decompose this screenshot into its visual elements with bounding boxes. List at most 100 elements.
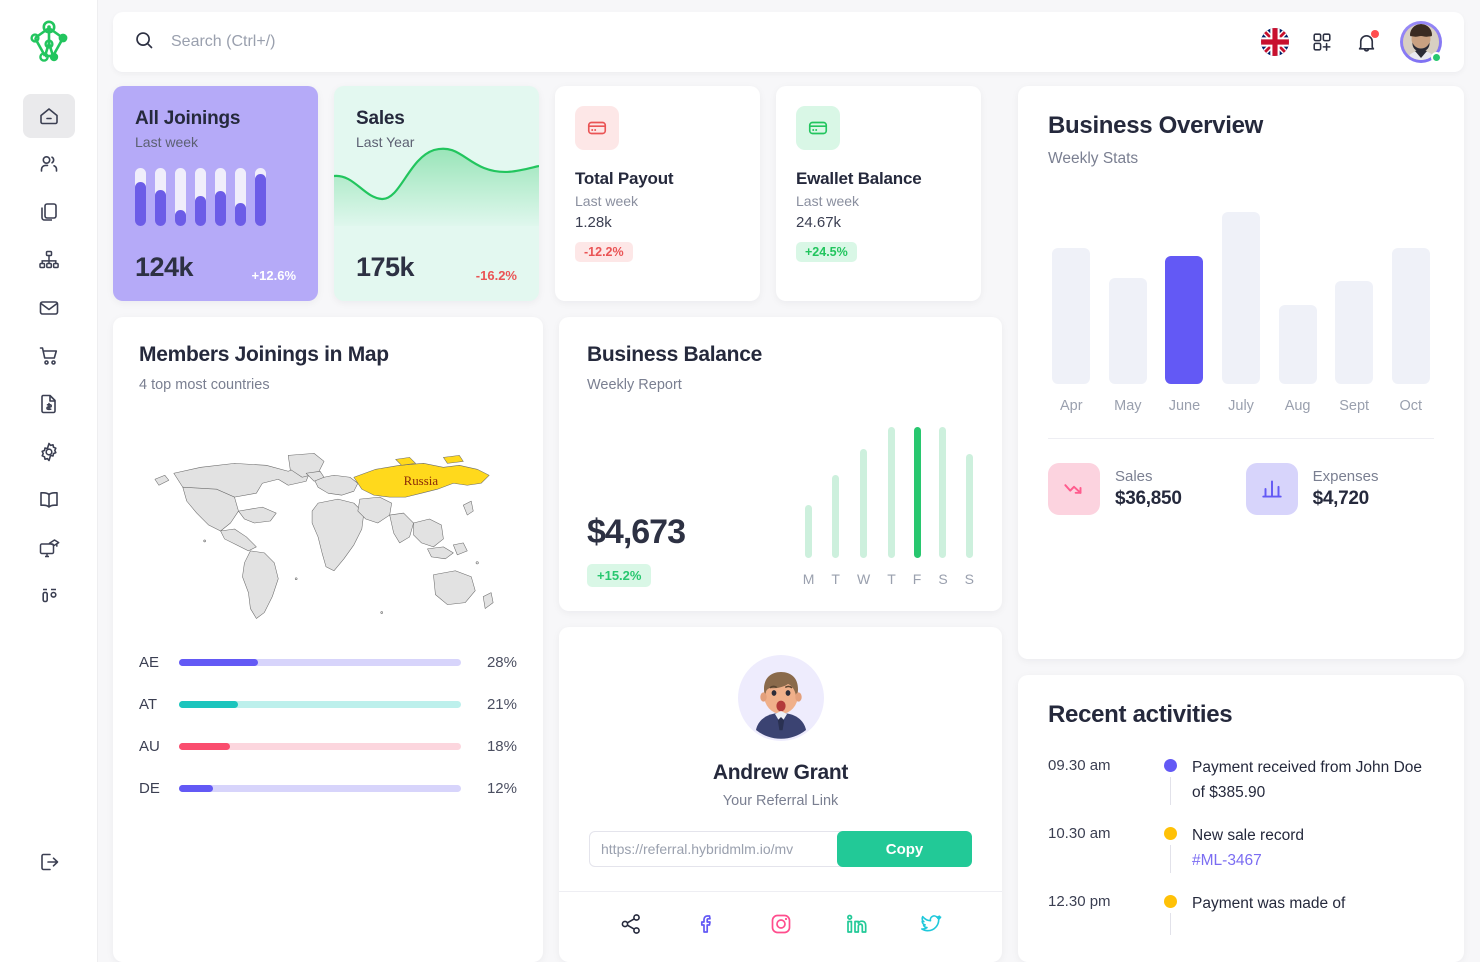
all-joinings-value: 124k (135, 252, 194, 282)
country-bar-track[interactable] (179, 743, 461, 750)
content-grid: All Joinings Last week 124k +12.6% Sales… (113, 86, 1464, 962)
country-row: DE 12% (139, 780, 517, 797)
dashboard-app: All Joinings Last week 124k (0, 0, 1480, 962)
country-percent: 21% (486, 696, 517, 713)
country-percent: 12% (486, 780, 517, 797)
month-col[interactable]: Apr (1048, 194, 1095, 414)
uk-flag-icon[interactable] (1261, 28, 1289, 56)
sidebar-item-logout[interactable] (23, 840, 75, 884)
activity-marker (1148, 891, 1192, 936)
business-overview-divider (1048, 438, 1434, 439)
all-joinings-mini-chart (135, 168, 296, 226)
card-sales[interactable]: Sales Last Year 175k -16.2% (334, 86, 539, 301)
weekday-col[interactable]: T (831, 427, 840, 587)
sales-title: Sales (356, 108, 405, 129)
weekday-col[interactable]: M (803, 427, 814, 587)
country-code: AE (139, 654, 160, 671)
russia-label: Russia (404, 473, 439, 488)
search-area (133, 29, 1261, 56)
avatar[interactable] (1400, 21, 1442, 63)
network-logo[interactable] (21, 16, 77, 72)
sidebar-item-payouts[interactable] (23, 382, 75, 426)
country-bar-fill (179, 701, 239, 708)
card-total-payout[interactable]: Total Payout Last week 1.28k -12.2% (555, 86, 760, 301)
world-map[interactable]: Russia (139, 419, 517, 634)
activity-text-block: New sale record #ML-3467 (1192, 823, 1304, 873)
activity-item[interactable]: 12.30 pm Payment was made of (1048, 891, 1434, 953)
bell-icon[interactable] (1355, 29, 1379, 54)
sidebar-item-tools[interactable] (23, 574, 75, 618)
topbar-actions (1261, 21, 1442, 63)
weekday-col[interactable]: S (938, 427, 948, 587)
weekday-label: S (938, 571, 948, 587)
country-bar-track[interactable] (179, 785, 461, 792)
weekday-col[interactable]: W (857, 427, 870, 587)
sales-trend-chart (334, 147, 539, 226)
weekday-col[interactable]: T (887, 427, 896, 587)
linkedin-icon[interactable] (844, 912, 868, 936)
business-overview-subtitle: Weekly Stats (1048, 150, 1139, 167)
sidebar (0, 0, 97, 962)
legend-sales-text: Sales $36,850 (1115, 468, 1182, 510)
card-all-joinings[interactable]: All Joinings Last week 124k +12.6% (113, 86, 318, 301)
sidebar-item-elearning[interactable] (23, 526, 75, 570)
weekday-col[interactable]: S (965, 427, 974, 587)
month-col[interactable]: July (1218, 194, 1265, 414)
activity-item[interactable]: 10.30 am New sale record #ML-3467 (1048, 823, 1434, 891)
sidebar-item-mail[interactable] (23, 286, 75, 330)
sidebar-item-reports[interactable] (23, 190, 75, 234)
month-col[interactable]: May (1105, 194, 1152, 414)
total-payout-title: Total Payout (575, 169, 674, 188)
month-label: May (1114, 398, 1142, 414)
credit-card-icon (796, 106, 840, 150)
business-overview-chart: Apr May June July Aug Sept Oct (1048, 194, 1434, 414)
legend-sales-value: $36,850 (1115, 488, 1182, 509)
instagram-icon[interactable] (769, 912, 793, 936)
all-joinings-delta: +12.6% (251, 268, 296, 283)
sidebar-item-training[interactable] (23, 478, 75, 522)
country-bar-track[interactable] (179, 659, 461, 666)
sidebar-item-genealogy[interactable] (23, 238, 75, 282)
sidebar-item-members[interactable] (23, 142, 75, 186)
legend-expenses: Expenses $4,720 (1245, 463, 1378, 515)
balance-referral-column: Business Balance Weekly Report $4,673 +1… (559, 317, 1002, 962)
sidebar-item-shopping[interactable] (23, 334, 75, 378)
activity-item[interactable]: 09.30 am Payment received from John Doe … (1048, 755, 1434, 823)
copy-button[interactable]: Copy (837, 831, 972, 867)
referral-link-input[interactable] (589, 831, 843, 867)
recent-activities-list: 09.30 am Payment received from John Doe … (1048, 755, 1434, 953)
weekday-label: F (912, 571, 922, 587)
search-input[interactable] (171, 33, 591, 51)
apps-grid-plus-icon[interactable] (1311, 31, 1333, 53)
referral-avatar (737, 655, 824, 741)
activity-text: Payment was made of (1192, 895, 1346, 913)
twitter-icon[interactable] (919, 912, 943, 936)
activity-text: New sale record (1192, 827, 1304, 845)
month-col[interactable]: June (1161, 194, 1208, 414)
month-col[interactable]: Aug (1274, 194, 1321, 414)
country-bar-fill (179, 659, 258, 666)
card-ewallet-balance[interactable]: Ewallet Balance Last week 24.67k +24.5% (776, 86, 981, 301)
stat-card-row: All Joinings Last week 124k +12.6% Sales… (113, 86, 1002, 301)
sidebar-nav (0, 94, 97, 618)
facebook-icon[interactable] (694, 912, 718, 936)
country-code: AU (139, 738, 160, 755)
business-balance-weekly-chart: M T W T F S S (803, 427, 974, 587)
month-col[interactable]: Sept (1331, 194, 1378, 414)
activity-link[interactable]: #ML-3467 (1192, 852, 1262, 869)
month-label: Sept (1339, 398, 1370, 414)
all-joinings-subtitle: Last week (135, 134, 199, 150)
month-label: July (1228, 398, 1254, 414)
weekday-label: W (856, 571, 871, 587)
country-bar-track[interactable] (179, 701, 461, 708)
activity-dot (1163, 759, 1177, 772)
share-icon[interactable] (619, 912, 643, 936)
business-balance-subtitle: Weekly Report (587, 377, 682, 393)
sidebar-item-dashboard[interactable] (22, 94, 75, 138)
month-col[interactable]: Oct (1387, 194, 1434, 414)
map-title: Members Joinings in Map (139, 343, 389, 366)
sidebar-item-settings[interactable] (23, 430, 75, 474)
card-referral: Andrew Grant Your Referral Link Copy (559, 627, 1002, 962)
weekday-col[interactable]: F (912, 427, 922, 587)
referral-subtitle: Your Referral Link (722, 793, 839, 809)
